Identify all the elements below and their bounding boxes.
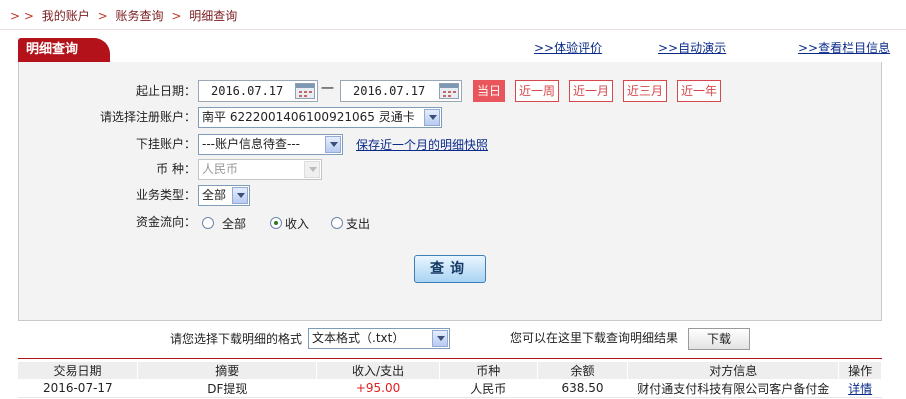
table-header-row: 交易日期 摘要 收入/支出 币种 余额 对方信息 操作 xyxy=(18,362,882,379)
chevron-down-icon xyxy=(304,161,320,178)
quick-week-button[interactable]: 近一周 xyxy=(515,80,559,102)
column-info-link[interactable]: >>查看栏目信息 xyxy=(798,40,890,56)
col-date: 交易日期 xyxy=(18,362,139,379)
save-snapshot-link[interactable]: 保存近一个月的明细快照 xyxy=(356,137,488,153)
business-type-select-value: 全部 xyxy=(202,188,227,202)
transaction-table: 交易日期 摘要 收入/支出 币种 余额 对方信息 操作 2016-07-17 D… xyxy=(18,362,882,398)
chevron-down-icon[interactable] xyxy=(432,330,448,347)
flow-all-radio[interactable] xyxy=(202,217,214,229)
quick-today-button[interactable]: 当日 xyxy=(473,80,505,102)
table-top-border xyxy=(18,358,882,359)
cell-balance: 638.50 xyxy=(537,379,628,398)
download-format-label: 请您选择下载明细的格式 xyxy=(170,332,303,346)
breadcrumb-separator: > xyxy=(171,9,182,23)
quick-year-button[interactable]: 近一年 xyxy=(677,80,721,102)
download-hint: 您可以在这里下载查询明细结果 xyxy=(510,331,679,345)
quick-month-button[interactable]: 近一月 xyxy=(569,80,613,102)
col-action: 操作 xyxy=(838,362,882,379)
cell-amount: +95.00 xyxy=(316,379,440,398)
flow-all-label[interactable]: 全部 xyxy=(222,217,246,231)
breadcrumb-my-account[interactable]: 我的账户 xyxy=(42,9,90,23)
download-format-value: 文本格式（.txt） xyxy=(312,331,405,345)
download-button[interactable]: 下载 xyxy=(688,328,750,350)
date-separator: 一 xyxy=(321,82,335,97)
date-range-label: 起止日期： xyxy=(135,84,196,98)
quick-three-months-button[interactable]: 近三月 xyxy=(623,80,667,102)
col-summary: 摘要 xyxy=(137,362,318,379)
account-label: 请选择注册账户： xyxy=(99,110,196,124)
breadcrumb-detail-query: 明细查询 xyxy=(189,9,238,23)
cell-date: 2016-07-17 xyxy=(18,379,138,398)
chevron-down-icon[interactable] xyxy=(424,109,440,126)
table-row: 2016-07-17 DF提现 +95.00 人民币 638.50 财付通支付科… xyxy=(18,379,882,398)
cell-currency: 人民币 xyxy=(439,379,538,398)
end-date-value: 2016.07.17 xyxy=(353,84,426,98)
fund-flow-label: 资金流向： xyxy=(135,215,196,229)
panel-title: 明细查询 xyxy=(18,38,110,62)
business-type-select[interactable]: 全部 xyxy=(198,185,250,206)
sub-account-label: 下挂账户： xyxy=(135,137,196,151)
divider xyxy=(0,29,906,30)
calendar-icon[interactable] xyxy=(295,83,315,99)
flow-income-radio[interactable] xyxy=(270,217,282,229)
details-link[interactable]: 详情 xyxy=(838,379,882,398)
start-date-input[interactable]: 2016.07.17 xyxy=(198,80,318,102)
end-date-input[interactable]: 2016.07.17 xyxy=(340,80,462,102)
flow-expense-radio[interactable] xyxy=(331,217,343,229)
cell-counterparty: 财付通支付科技有限公司客户备付金 xyxy=(627,379,839,398)
breadcrumb: > > 我的账户 > 账务查询 > 明细查询 xyxy=(6,8,237,24)
currency-select: 人民币 xyxy=(198,159,322,180)
breadcrumb-arrows: > > xyxy=(10,9,34,23)
download-format-select[interactable]: 文本格式（.txt） xyxy=(308,328,450,349)
account-select[interactable]: 南平 6222001406100921065 灵通卡 xyxy=(198,107,442,128)
breadcrumb-separator: > xyxy=(97,9,108,23)
chevron-down-icon[interactable] xyxy=(325,136,341,153)
flow-income-label[interactable]: 收入 xyxy=(285,217,309,231)
col-currency: 币种 xyxy=(439,362,538,379)
demo-link[interactable]: >>自动演示 xyxy=(658,40,726,56)
flow-expense-label[interactable]: 支出 xyxy=(346,217,370,231)
sub-account-select-value: ---账户信息待查--- xyxy=(202,137,300,151)
cell-summary: DF提现 xyxy=(137,379,317,398)
currency-select-value: 人民币 xyxy=(202,162,239,176)
feedback-link[interactable]: >>体验评价 xyxy=(534,40,602,56)
breadcrumb-account-query[interactable]: 账务查询 xyxy=(116,9,164,23)
chevron-down-icon[interactable] xyxy=(232,187,248,204)
query-button[interactable]: 查询 xyxy=(414,255,486,283)
account-select-value: 南平 6222001406100921065 灵通卡 xyxy=(202,110,415,124)
col-counterparty: 对方信息 xyxy=(627,362,840,379)
start-date-value: 2016.07.17 xyxy=(211,84,284,98)
sub-account-select[interactable]: ---账户信息待查--- xyxy=(198,134,343,155)
business-type-label: 业务类型： xyxy=(135,188,196,202)
calendar-icon[interactable] xyxy=(439,83,459,99)
currency-label: 币 种： xyxy=(156,162,196,176)
col-balance: 余额 xyxy=(537,362,629,379)
panel-header: 明细查询 >>体验评价 >>自动演示 >>查看栏目信息 xyxy=(18,38,890,64)
col-amount: 收入/支出 xyxy=(316,362,440,379)
